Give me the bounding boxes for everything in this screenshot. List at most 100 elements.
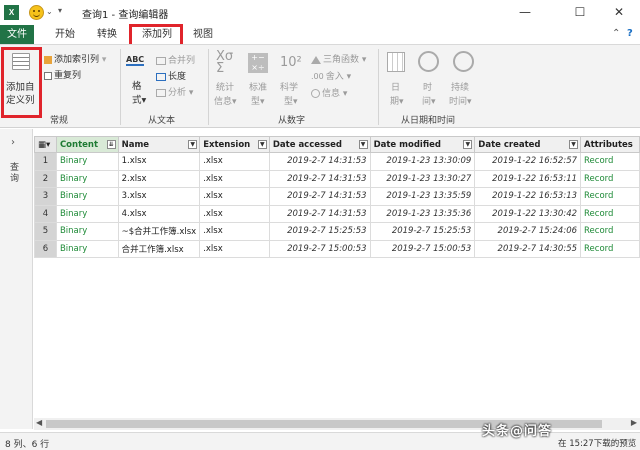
index-dropdown-icon: ▾ <box>101 55 107 65</box>
cell-date-created[interactable]: 2019-2-7 15:24:06 <box>474 222 582 241</box>
table-row[interactable]: 3 Binary 3.xlsx .xlsx 2019-2-7 14:31:53 … <box>34 187 640 206</box>
rounding-label: 舍入 <box>325 72 344 82</box>
queries-pane-label[interactable]: 查询 <box>10 163 21 185</box>
filter-dropdown-icon[interactable]: ▼ <box>188 140 198 149</box>
table-menu-icon[interactable]: ▦▾ <box>34 136 57 153</box>
standard-label: 标准 <box>249 83 268 93</box>
cell-content[interactable]: Binary <box>55 222 119 241</box>
minimize-button[interactable]: — <box>502 0 548 25</box>
cell-attributes[interactable]: Record <box>580 239 640 258</box>
sigma-icon: Χσ Σ <box>216 49 234 76</box>
table-row[interactable]: 5 Binary ~$合并工作簿.xlsx .xlsx 2019-2-7 15:… <box>34 222 640 241</box>
cell-date-accessed[interactable]: 2019-2-7 15:25:53 <box>268 222 371 241</box>
parse-button[interactable]: 分析 ▾ <box>156 85 193 98</box>
cell-date-modified[interactable]: 2019-1-23 13:30:27 <box>369 169 476 188</box>
format-button[interactable]: ABC 格 式▾ <box>124 49 152 109</box>
cell-name[interactable]: ~$合并工作簿.xlsx <box>117 222 201 241</box>
tab-file[interactable]: 文件 <box>0 25 34 44</box>
standard-button[interactable]: +− ×÷ 标准 型▾ <box>245 49 273 109</box>
cell-date-created[interactable]: 2019-1-22 16:52:57 <box>474 152 582 171</box>
cell-extension[interactable]: .xlsx <box>199 152 270 171</box>
cell-date-accessed[interactable]: 2019-2-7 14:31:53 <box>268 204 371 223</box>
cell-extension[interactable]: .xlsx <box>199 239 270 258</box>
cell-date-accessed[interactable]: 2019-2-7 14:31:53 <box>268 187 371 206</box>
scroll-left-icon[interactable]: ◀ <box>36 418 42 427</box>
cell-date-modified[interactable]: 2019-1-23 13:35:59 <box>369 187 476 206</box>
close-button[interactable]: ✕ <box>596 0 640 25</box>
cell-date-created[interactable]: 2019-1-22 16:53:13 <box>474 187 582 206</box>
date-button[interactable]: 日 期▾ <box>382 49 412 109</box>
column-header-extension[interactable]: Extension ▼ <box>199 136 270 153</box>
help-icon[interactable]: ? <box>627 28 633 39</box>
cell-date-modified[interactable]: 2019-1-23 13:35:36 <box>369 204 476 223</box>
cell-content[interactable]: Binary <box>55 187 119 206</box>
scientific-button[interactable]: 10² 科学 型▾ <box>278 49 306 109</box>
smiley-feedback-icon[interactable] <box>29 5 44 20</box>
tab-view[interactable]: 视图 <box>186 25 220 44</box>
column-header-name[interactable]: Name ▼ <box>117 136 201 153</box>
column-header-date-modified[interactable]: Date modified ▼ <box>369 136 476 153</box>
cell-extension[interactable]: .xlsx <box>199 222 270 241</box>
merge-columns-button[interactable]: 合并列 <box>156 53 195 66</box>
cell-attributes[interactable]: Record <box>580 222 640 241</box>
column-header-date-created[interactable]: Date created ▼ <box>474 136 582 153</box>
table-row[interactable]: 2 Binary 2.xlsx .xlsx 2019-2-7 14:31:53 … <box>34 169 640 188</box>
cell-name[interactable]: 2.xlsx <box>117 169 201 188</box>
time-button[interactable]: 时 间▾ <box>414 49 444 109</box>
statistics-button[interactable]: Χσ Σ 统计 信息▾ <box>212 49 242 109</box>
scroll-right-icon[interactable]: ▶ <box>631 418 637 427</box>
cell-content[interactable]: Binary <box>55 152 119 171</box>
cell-extension[interactable]: .xlsx <box>199 204 270 223</box>
column-header-attributes[interactable]: Attributes <box>580 136 640 153</box>
cell-name[interactable]: 3.xlsx <box>117 187 201 206</box>
cell-extension[interactable]: .xlsx <box>199 169 270 188</box>
cell-date-modified[interactable]: 2019-2-7 15:00:53 <box>369 239 476 258</box>
filter-dropdown-icon[interactable]: ▼ <box>257 140 267 149</box>
header-row: ▦▾ Content ⇊ Name ▼ Extension ▼ Date access… <box>34 136 640 153</box>
cell-date-modified[interactable]: 2019-2-7 15:25:53 <box>369 222 476 241</box>
row-number: 2 <box>34 169 57 188</box>
filter-dropdown-icon[interactable]: ▼ <box>463 140 473 149</box>
length-button[interactable]: 长度 <box>156 69 186 82</box>
quick-access-dropdown-icon[interactable]: ⌄ <box>46 7 53 16</box>
table-row[interactable]: 6 Binary 合并工作簿.xlsx .xlsx 2019-2-7 15:00… <box>34 239 640 258</box>
cell-name[interactable]: 4.xlsx <box>117 204 201 223</box>
cell-date-modified[interactable]: 2019-1-23 13:30:09 <box>369 152 476 171</box>
rounding-button[interactable]: .00 舍入 ▾ <box>311 69 351 82</box>
filter-dropdown-icon[interactable]: ▼ <box>569 140 579 149</box>
table-row[interactable]: 4 Binary 4.xlsx .xlsx 2019-2-7 14:31:53 … <box>34 204 640 223</box>
cell-date-accessed[interactable]: 2019-2-7 14:31:53 <box>268 152 371 171</box>
cell-attributes[interactable]: Record <box>580 152 640 171</box>
cell-attributes[interactable]: Record <box>580 204 640 223</box>
quick-access-customize-icon[interactable]: ▾ <box>58 6 62 15</box>
duration-button[interactable]: 持续 时间▾ <box>447 49 481 109</box>
cell-date-created[interactable]: 2019-2-7 14:30:55 <box>474 239 582 258</box>
table-row[interactable]: 1 Binary 1.xlsx .xlsx 2019-2-7 14:31:53 … <box>34 152 640 171</box>
cell-content[interactable]: Binary <box>55 169 119 188</box>
expand-queries-icon[interactable]: › <box>11 137 15 148</box>
ribbon-collapse-icon[interactable]: ⌃ <box>612 28 620 39</box>
cell-extension[interactable]: .xlsx <box>199 187 270 206</box>
filter-dropdown-icon[interactable]: ▼ <box>358 140 368 149</box>
status-preview-time: 在 15:27下载的预览 <box>558 439 637 449</box>
cell-date-created[interactable]: 2019-1-22 13:30:42 <box>474 204 582 223</box>
tab-transform[interactable]: 转换 <box>90 25 124 44</box>
duplicate-column-button[interactable]: 重复列 <box>44 68 81 81</box>
information-button[interactable]: 信息 ▾ <box>311 86 347 99</box>
cell-attributes[interactable]: Record <box>580 169 640 188</box>
cell-content[interactable]: Binary <box>55 239 119 258</box>
cell-date-created[interactable]: 2019-1-22 16:53:11 <box>474 169 582 188</box>
ribbon-tabs: 文件 开始 转换 添加列 视图 ⌃ ? <box>0 25 640 44</box>
cell-content[interactable]: Binary <box>55 204 119 223</box>
tab-home[interactable]: 开始 <box>48 25 82 44</box>
cell-name[interactable]: 1.xlsx <box>117 152 201 171</box>
column-header-date-accessed[interactable]: Date accessed ▼ <box>268 136 371 153</box>
trigonometry-button[interactable]: 三角函数 ▾ <box>311 52 366 65</box>
cell-date-accessed[interactable]: 2019-2-7 15:00:53 <box>268 239 371 258</box>
cell-date-accessed[interactable]: 2019-2-7 14:31:53 <box>268 169 371 188</box>
expand-column-icon[interactable]: ⇊ <box>106 140 116 149</box>
cell-name[interactable]: 合并工作簿.xlsx <box>117 239 201 258</box>
column-header-content[interactable]: Content ⇊ <box>55 136 119 153</box>
cell-attributes[interactable]: Record <box>580 187 640 206</box>
add-index-column-button[interactable]: 添加索引列 ▾ <box>44 52 106 65</box>
